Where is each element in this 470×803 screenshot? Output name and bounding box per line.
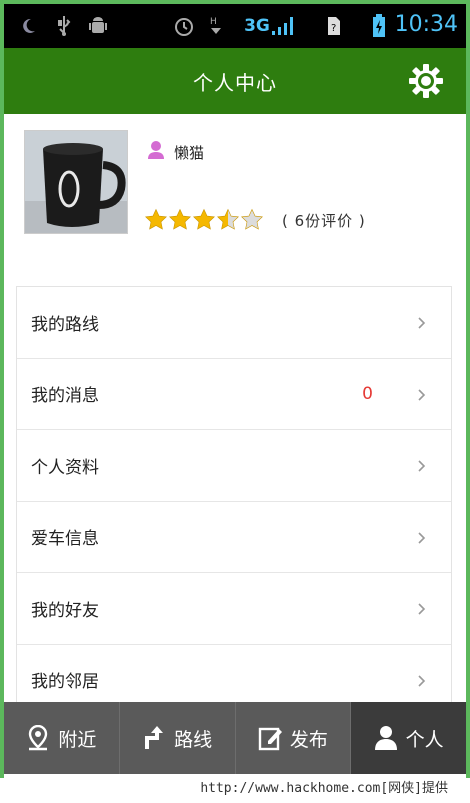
nav-item[interactable]: 发布 — [236, 702, 352, 774]
app-screen: H 3G ? 10:34 个人中心 懒猫 (6份评价) 我的路线 我的消息 … — [4, 4, 466, 778]
chevron-right-icon — [415, 673, 429, 687]
location-pin-icon — [26, 725, 50, 751]
menu-item-label: 我的路线 — [31, 314, 99, 335]
menu-item[interactable]: 我的路线 — [17, 287, 451, 359]
status-bar: H 3G ? 10:34 — [4, 4, 466, 48]
nav-item-label: 个人 — [405, 728, 444, 751]
nav-item-label: 发布 — [289, 728, 328, 751]
person-icon — [374, 725, 398, 751]
battery-icon — [370, 14, 388, 38]
chevron-right-icon — [415, 458, 429, 472]
app-header: 个人中心 — [4, 48, 466, 114]
alarm-icon — [172, 14, 196, 38]
chevron-right-icon — [415, 387, 429, 401]
watermark: http://www.hackhome.com[网侠]提供 — [0, 778, 470, 803]
nav-item[interactable]: 附近 — [4, 702, 120, 774]
menu-item[interactable]: 爱车信息 — [17, 502, 451, 573]
moon-icon — [18, 14, 38, 38]
menu-item[interactable]: 我的消息 0 — [17, 359, 451, 430]
nav-item[interactable]: 路线 — [120, 702, 236, 774]
menu-item-label: 我的消息 — [31, 386, 99, 407]
edit-icon — [258, 725, 282, 751]
svg-text:H: H — [210, 17, 217, 27]
nav-item-label: 附近 — [58, 728, 97, 751]
signal-icon: 3G — [240, 14, 298, 38]
status-time: 10:34 — [394, 12, 458, 37]
menu-item-count: 0 — [362, 383, 373, 404]
usb-icon — [54, 14, 74, 38]
gear-icon[interactable] — [408, 63, 444, 99]
chevron-right-icon — [415, 601, 429, 615]
star-full-icon — [192, 208, 216, 232]
rating-count: ( 6份评价 ) — [282, 211, 366, 230]
menu-list: 我的路线我的消息 0 个人资料爱车信息我的好友我的邻居 — [16, 286, 452, 716]
avatar[interactable] — [24, 130, 128, 234]
star-full-icon — [144, 208, 168, 232]
star-rating — [144, 208, 264, 232]
rating-row: ( 6份评价 ) — [144, 208, 366, 232]
menu-item[interactable]: 我的好友 — [17, 573, 451, 645]
chevron-right-icon — [415, 315, 429, 329]
star-full-icon — [168, 208, 192, 232]
menu-item-label: 个人资料 — [31, 457, 99, 478]
route-arrow-icon — [142, 725, 166, 751]
menu-item-label: 爱车信息 — [31, 529, 99, 550]
chevron-right-icon — [415, 530, 429, 544]
menu-item-label: 我的好友 — [31, 600, 99, 621]
user-pink-icon — [146, 140, 166, 164]
page-title: 个人中心 — [193, 70, 277, 95]
menu-item[interactable]: 个人资料 — [17, 430, 451, 502]
data-transfer-icon: H — [206, 14, 226, 38]
user-row: 懒猫 — [146, 140, 204, 164]
star-empty-icon — [240, 208, 264, 232]
sim-icon: ? — [324, 14, 344, 38]
nav-item-label: 路线 — [174, 728, 213, 751]
profile-card: 懒猫 ( 6份评价 ) — [4, 114, 466, 284]
bottom-nav: 附近 路线 发布 个人 — [4, 702, 466, 774]
nav-item[interactable]: 个人 — [351, 702, 466, 774]
username: 懒猫 — [174, 143, 205, 162]
star-half-icon — [216, 208, 240, 232]
android-debug-icon — [86, 14, 110, 38]
svg-text:?: ? — [331, 23, 336, 34]
menu-item-label: 我的邻居 — [31, 672, 99, 693]
network-type: 3G — [244, 16, 270, 36]
